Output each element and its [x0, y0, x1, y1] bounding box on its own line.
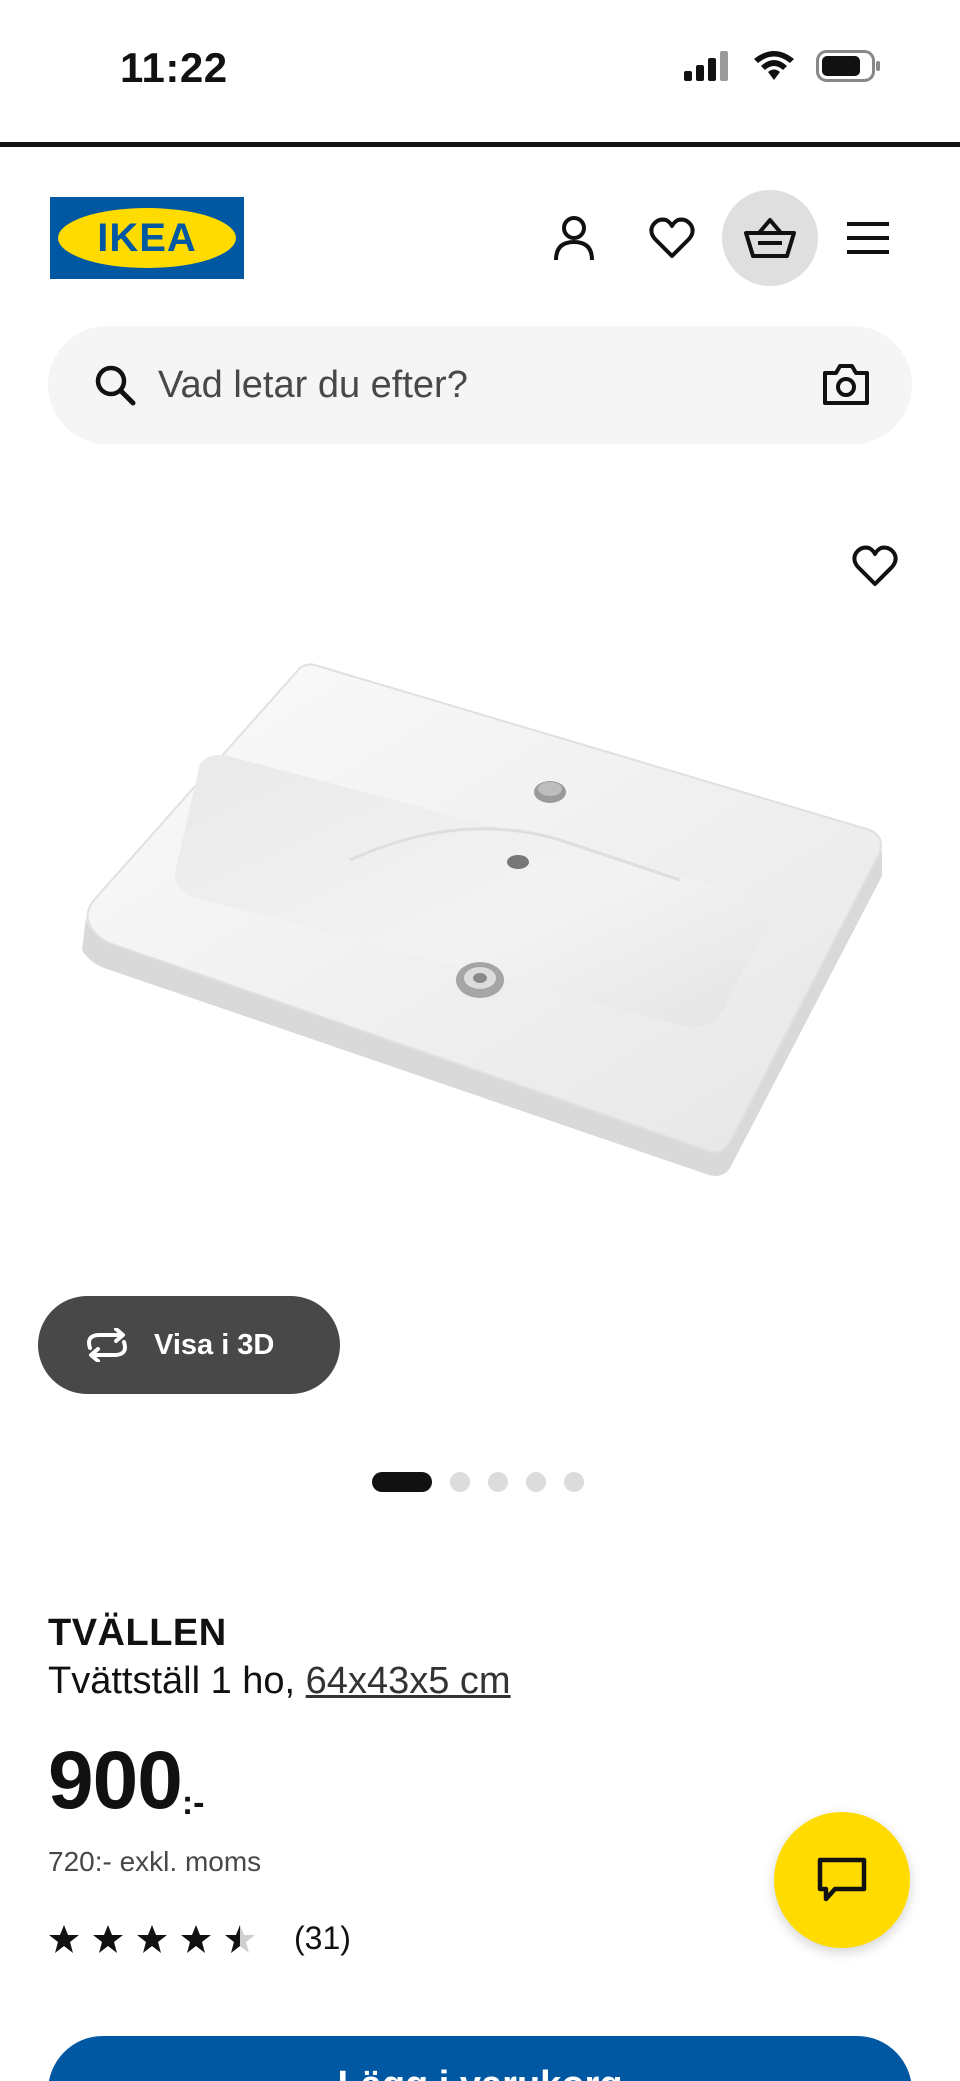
basket-button[interactable]	[722, 190, 818, 286]
rating[interactable]: (31)	[48, 1920, 351, 1957]
chat-icon	[817, 1857, 867, 1902]
heart-icon	[649, 217, 695, 258]
rotate-3d-icon	[87, 1328, 127, 1362]
rating-count: (31)	[294, 1920, 351, 1956]
carousel-dot[interactable]	[564, 1472, 584, 1492]
chat-button[interactable]	[774, 1812, 910, 1948]
product-description: Tvättställ 1 ho, 64x43x5 cm	[48, 1660, 511, 1703]
add-to-cart-button[interactable]: Lägg i varukorg	[48, 2036, 912, 2081]
top-divider	[0, 142, 960, 147]
star-icon	[181, 1924, 211, 1953]
basket-icon	[744, 218, 796, 258]
price-suffix: :-	[181, 1784, 205, 1822]
carousel-dot-active[interactable]	[372, 1472, 432, 1492]
view-3d-button[interactable]: Visa i 3D	[38, 1296, 340, 1394]
cellular-signal-icon	[684, 51, 728, 81]
profile-icon	[554, 216, 594, 261]
star-icon	[137, 1924, 167, 1953]
price: 900 :-	[48, 1740, 204, 1823]
header-actions	[526, 190, 916, 286]
ikea-logo[interactable]: IKEA	[50, 197, 244, 279]
search-icon	[95, 365, 136, 406]
status-icons	[684, 50, 882, 82]
save-favourite-icon[interactable]	[852, 545, 898, 587]
logo-text: IKEA	[97, 215, 197, 260]
price-excl-vat: 720:- exkl. moms	[48, 1846, 262, 1877]
status-bar: 11:22	[0, 0, 960, 140]
carousel-dot[interactable]	[526, 1472, 546, 1492]
view-3d-label: Visa i 3D	[154, 1328, 275, 1361]
price-value: 900	[48, 1735, 183, 1826]
product-type: Tvättställ 1 ho,	[48, 1660, 306, 1702]
product-name: TVÄLLEN	[48, 1612, 227, 1654]
carousel-dot[interactable]	[488, 1472, 508, 1492]
camera-icon[interactable]	[822, 362, 870, 406]
menu-icon	[847, 222, 889, 254]
favourites-button[interactable]	[624, 190, 720, 286]
profile-button[interactable]	[526, 190, 622, 286]
status-time: 11:22	[120, 44, 228, 91]
carousel-dot[interactable]	[450, 1472, 470, 1492]
product-image[interactable]	[0, 480, 960, 1320]
menu-button[interactable]	[820, 190, 916, 286]
star-icon	[93, 1924, 123, 1953]
wifi-icon	[754, 51, 794, 80]
add-to-cart-label: Lägg i varukorg	[337, 2064, 622, 2081]
battery-icon	[816, 50, 880, 82]
half-star-icon	[225, 1924, 255, 1953]
star-icon	[49, 1924, 79, 1953]
carousel-indicator	[372, 1472, 584, 1492]
search-input[interactable]	[158, 363, 758, 407]
search-bar[interactable]	[48, 326, 912, 444]
logo-oval: IKEA	[58, 208, 236, 268]
product-size-link[interactable]: 64x43x5 cm	[306, 1660, 511, 1702]
